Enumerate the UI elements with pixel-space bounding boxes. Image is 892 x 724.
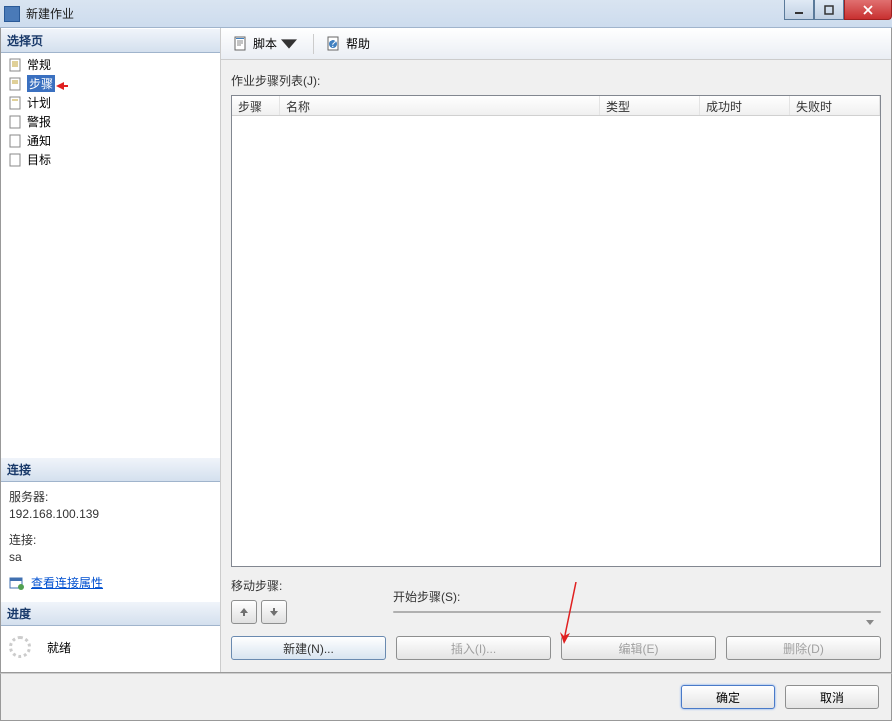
toolbar: 脚本 ? 帮助: [221, 28, 891, 60]
progress-status: 就绪: [47, 639, 71, 656]
select-page-header: 选择页: [1, 28, 220, 53]
spinner-icon: [9, 636, 31, 658]
help-label: 帮助: [346, 35, 370, 52]
window-controls: [784, 0, 892, 20]
nav-item-schedule[interactable]: 计划: [1, 93, 220, 112]
main: 脚本 ? 帮助 作业步骤列表(J): 步骤 名称 类型 成功时 失败时: [221, 28, 891, 672]
move-label: 移动步骤:: [231, 577, 371, 594]
ok-button[interactable]: 确定: [681, 685, 775, 709]
page-icon: [7, 76, 23, 92]
script-button[interactable]: 脚本: [229, 33, 305, 54]
col-success[interactable]: 成功时: [700, 96, 790, 115]
script-icon: [233, 36, 249, 52]
nav-item-targets[interactable]: 目标: [1, 150, 220, 169]
red-marker-arrow-icon: [56, 80, 68, 94]
server-value: 192.168.100.139: [9, 507, 212, 521]
nav-label: 目标: [27, 151, 51, 168]
help-icon: ?: [326, 36, 342, 52]
col-fail[interactable]: 失败时: [790, 96, 880, 115]
page-icon: [7, 114, 23, 130]
nav-list: 常规 步骤 计划 警报 通知 目标: [1, 53, 220, 171]
insert-button[interactable]: 插入(I)...: [396, 636, 551, 660]
edit-button[interactable]: 编辑(E): [561, 636, 716, 660]
main-body: 作业步骤列表(J): 步骤 名称 类型 成功时 失败时 移动步骤:: [221, 60, 891, 672]
nav-label: 步骤: [27, 75, 55, 92]
nav-item-notify[interactable]: 通知: [1, 131, 220, 150]
move-row: 移动步骤: 开始步骤(S):: [231, 577, 881, 624]
separator: [313, 34, 314, 54]
col-name[interactable]: 名称: [280, 96, 600, 115]
connection-section: 服务器: 192.168.100.139 连接: sa 查看连接属性: [1, 482, 220, 601]
steps-list-label: 作业步骤列表(J):: [231, 72, 881, 89]
connection-value: sa: [9, 550, 212, 564]
progress-header: 进度: [1, 601, 220, 626]
sidebar: 选择页 常规 步骤 计划 警报 通知: [1, 28, 221, 672]
col-step[interactable]: 步骤: [232, 96, 280, 115]
page-icon: [7, 133, 23, 149]
view-props-link[interactable]: 查看连接属性: [31, 574, 103, 591]
progress-section: 就绪: [1, 626, 220, 672]
start-step-select[interactable]: [393, 611, 881, 613]
script-label: 脚本: [253, 35, 277, 52]
steps-grid[interactable]: 步骤 名称 类型 成功时 失败时: [231, 95, 881, 567]
start-step-label: 开始步骤(S):: [393, 588, 881, 605]
help-button[interactable]: ? 帮助: [322, 33, 374, 54]
grid-header: 步骤 名称 类型 成功时 失败时: [232, 96, 880, 116]
nav-label: 常规: [27, 56, 51, 73]
nav-item-general[interactable]: 常规: [1, 55, 220, 74]
nav-item-steps[interactable]: 步骤: [1, 74, 220, 93]
connection-header: 连接: [1, 457, 220, 482]
maximize-button[interactable]: [814, 0, 844, 20]
delete-button[interactable]: 删除(D): [726, 636, 881, 660]
server-label: 服务器:: [9, 488, 212, 505]
page-icon: [7, 152, 23, 168]
col-type[interactable]: 类型: [600, 96, 700, 115]
page-icon: [7, 57, 23, 73]
page-icon: [7, 95, 23, 111]
close-button[interactable]: [844, 0, 892, 20]
arrow-up-icon: [239, 607, 249, 617]
minimize-button[interactable]: [784, 0, 814, 20]
nav-label: 计划: [27, 94, 51, 111]
dropdown-arrow-icon: [281, 36, 297, 52]
svg-text:?: ?: [330, 36, 337, 50]
app-icon: [4, 6, 20, 22]
new-button[interactable]: 新建(N)...: [231, 636, 386, 660]
titlebar: 新建作业: [0, 0, 892, 28]
content: 选择页 常规 步骤 计划 警报 通知: [0, 28, 892, 673]
move-down-button[interactable]: [261, 600, 287, 624]
properties-icon: [9, 575, 25, 591]
view-connection-properties[interactable]: 查看连接属性: [9, 574, 212, 591]
cancel-button[interactable]: 取消: [785, 685, 879, 709]
nav-label: 通知: [27, 132, 51, 149]
connection-label: 连接:: [9, 531, 212, 548]
footer: 确定 取消: [0, 673, 892, 721]
window-title: 新建作业: [26, 5, 74, 22]
nav-item-alerts[interactable]: 警报: [1, 112, 220, 131]
action-row: 新建(N)... 插入(I)... 编辑(E) 删除(D): [231, 636, 881, 660]
arrow-down-icon: [269, 607, 279, 617]
nav-label: 警报: [27, 113, 51, 130]
move-up-button[interactable]: [231, 600, 257, 624]
